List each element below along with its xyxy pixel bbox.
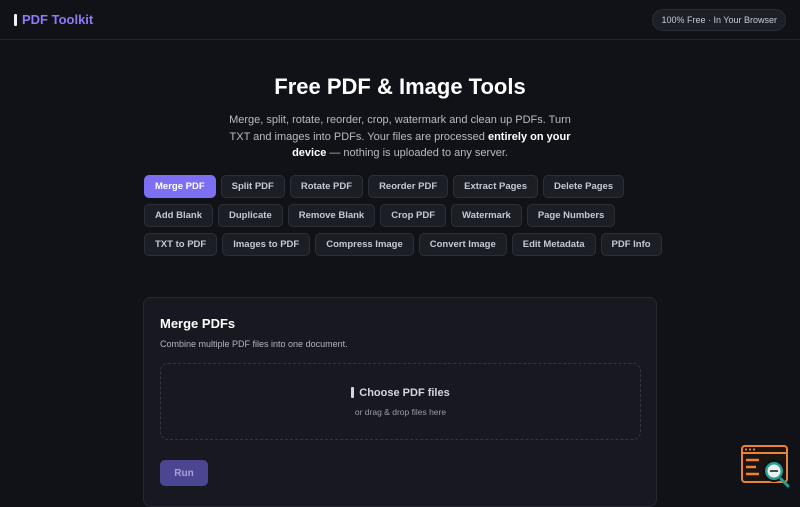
run-button[interactable]: Run (160, 460, 208, 486)
tool-button-pdf-info[interactable]: PDF Info (600, 233, 662, 256)
choose-files-button[interactable]: Choose PDF files (351, 386, 450, 399)
file-dropzone[interactable]: Choose PDF files or drag & drop files he… (160, 363, 641, 440)
top-bar: PDF Toolkit 100% Free · In Your Browser (0, 0, 800, 40)
tool-button-extract-pages[interactable]: Extract Pages (453, 175, 538, 198)
helper-widget-graphic (741, 445, 790, 488)
tool-selector: Merge PDF Split PDF Rotate PDF Reorder PDF E… (144, 175, 664, 256)
tool-button-delete-pages[interactable]: Delete Pages (542, 175, 625, 198)
tool-button-add-blank[interactable]: Add Blank (144, 204, 213, 227)
document-icon (14, 13, 17, 26)
tool-button-watermark[interactable]: Watermark (451, 204, 522, 227)
tool-button-txt-to-pdf[interactable]: TXT to PDF (144, 233, 218, 256)
panel-title: Merge PDFs (160, 316, 236, 331)
page-title: Free PDF & Image Tools (274, 74, 526, 99)
tool-button-page-numbers[interactable]: Page Numbers (526, 204, 616, 227)
free-badge: 100% Free · In Your Browser (652, 8, 786, 31)
tool-button-edit-metadata[interactable]: Edit Metadata (511, 233, 596, 256)
subtitle-text-end: — nothing is uploaded to any server. (326, 147, 508, 159)
brand-name: PDF Toolkit (22, 12, 94, 27)
tool-button-convert-image[interactable]: Convert Image (418, 233, 507, 256)
drag-drop-hint: or drag & drop files here (354, 406, 447, 417)
tool-button-reorder-pdf[interactable]: Reorder PDF (368, 175, 449, 198)
tool-button-compress-image[interactable]: Compress Image (315, 233, 414, 256)
tool-button-duplicate[interactable]: Duplicate (217, 204, 283, 227)
brand-logo[interactable]: PDF Toolkit (14, 12, 93, 27)
tool-button-merge-pdf[interactable]: Merge PDF (144, 175, 216, 198)
tool-button-rotate-pdf[interactable]: Rotate PDF (289, 175, 364, 198)
tool-button-images-to-pdf[interactable]: Images to PDF (222, 233, 311, 256)
tool-button-crop-pdf[interactable]: Crop PDF (380, 204, 447, 227)
page-subtitle: Merge, split, rotate, reorder, crop, wat… (226, 112, 574, 162)
tool-button-remove-blank[interactable]: Remove Blank (287, 204, 376, 227)
panel-description: Combine multiple PDF files into one docu… (160, 339, 348, 349)
helper-widget-icon[interactable] (741, 444, 791, 488)
file-icon (351, 387, 355, 398)
choose-files-label: Choose PDF files (359, 386, 450, 399)
tool-button-split-pdf[interactable]: Split PDF (220, 175, 285, 198)
tool-panel: Merge PDFs Combine multiple PDF files in… (143, 297, 657, 507)
